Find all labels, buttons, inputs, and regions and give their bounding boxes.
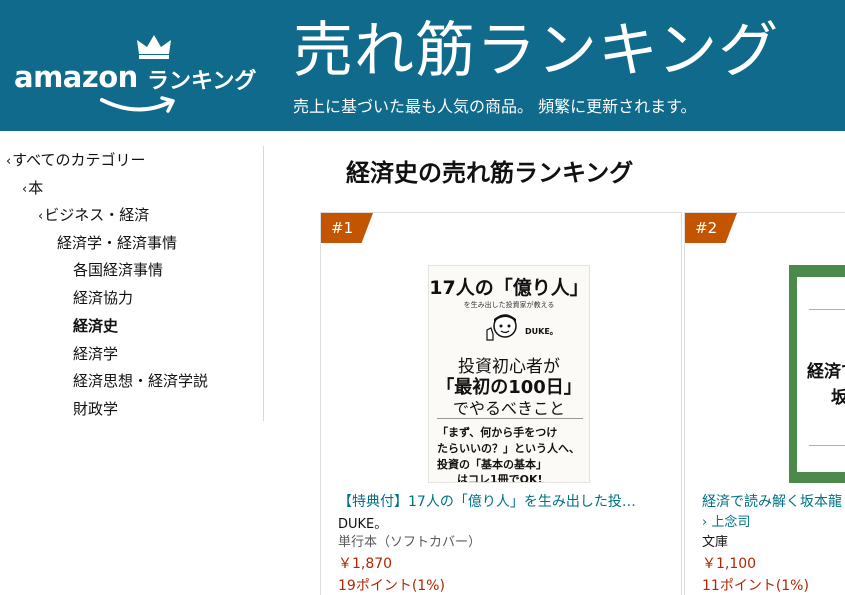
sidebar-item-economics-affairs[interactable]: 経済学・経済事情 bbox=[57, 232, 177, 253]
chevron-right-icon: › bbox=[702, 515, 708, 530]
category-sidebar: ‹すべてのカテゴリー ‹本 ‹ビジネス・経済 経済学・経済事情 各国経済事情 経… bbox=[0, 146, 264, 421]
sidebar-item-label: 各国経済事情 bbox=[73, 261, 164, 279]
product-format: 単行本（ソフトカバー） bbox=[338, 535, 482, 550]
rank-badge: #2 bbox=[685, 213, 737, 243]
sidebar-item-economics[interactable]: 経済学 bbox=[73, 343, 118, 364]
sidebar-item-economic-thought[interactable]: 経済思想・経済学説 bbox=[73, 370, 208, 391]
product-cover-image[interactable]: 経済で 坂 bbox=[789, 265, 845, 483]
cover-blurb-line: 「まず、何から手をつけ bbox=[437, 426, 558, 439]
cover-divider bbox=[809, 309, 845, 310]
sidebar-item-books[interactable]: ‹本 bbox=[22, 177, 43, 198]
sidebar-item-label: 財政学 bbox=[73, 400, 119, 418]
product-points: 11ポイント(1%) bbox=[702, 578, 809, 594]
page-title: 経済史の売れ筋ランキング bbox=[346, 159, 634, 187]
product-title-link[interactable]: 経済で読み解く坂本龍 bbox=[702, 491, 845, 511]
chevron-left-icon: ‹ bbox=[38, 209, 44, 224]
cover-blurb-line: 投資の「基本の基本」 bbox=[437, 458, 547, 471]
cover-panel: 経済で 坂 bbox=[797, 277, 845, 472]
sidebar-item-all-categories[interactable]: ‹すべてのカテゴリー bbox=[6, 149, 146, 170]
product-card: #1 17人の「億り人」 を生み出した投資家が教える DUKE。 投資初心者が … bbox=[320, 212, 682, 595]
sidebar-item-economic-history: 経済史 bbox=[73, 315, 118, 336]
product-points: 19ポイント(1%) bbox=[338, 578, 445, 594]
cover-tagline: を生み出した投資家が教える bbox=[463, 301, 555, 309]
sidebar-item-label: すべてのカテゴリー bbox=[12, 151, 146, 169]
sidebar-item-label: 経済協力 bbox=[73, 289, 134, 307]
product-author: DUKE。 bbox=[338, 517, 388, 532]
cover-title-line: でやるべきこと bbox=[452, 399, 565, 418]
product-author-link[interactable]: › 上念司 bbox=[702, 511, 750, 530]
cover-title-line: 坂 bbox=[831, 383, 845, 408]
hero-subtitle: 売上に基づいた最も人気の商品。 頻繁に更新されます。 bbox=[293, 97, 697, 116]
author-illustration-icon bbox=[486, 314, 517, 341]
product-price: ￥1,100 bbox=[702, 556, 757, 572]
rank-badge: #1 bbox=[321, 213, 373, 243]
ranking-banner: amazon ランキング 売れ筋ランキング 売上に基づいた最も人気の商品。 頻繁… bbox=[0, 0, 845, 131]
chevron-left-icon: ‹ bbox=[22, 182, 28, 197]
logo-ranking-text: ランキング bbox=[147, 69, 257, 94]
cover-divider bbox=[437, 418, 583, 419]
logo-wordmark: amazon bbox=[14, 60, 138, 94]
amazon-ranking-logo[interactable]: amazon ランキング bbox=[14, 30, 279, 125]
sidebar-item-label: 本 bbox=[28, 179, 44, 197]
product-title-link[interactable]: 【特典付】17人の「億り人」を生み出した投… bbox=[338, 491, 674, 511]
sidebar-item-business-economics[interactable]: ‹ビジネス・経済 bbox=[38, 204, 149, 225]
cover-blurb-line: たらいいの？」という人へ、 bbox=[437, 442, 580, 455]
sidebar-item-label: ビジネス・経済 bbox=[44, 206, 150, 224]
sidebar-item-national-economies[interactable]: 各国経済事情 bbox=[73, 259, 163, 280]
smile-arrow-icon bbox=[100, 96, 175, 113]
sidebar-item-public-finance[interactable]: 財政学 bbox=[73, 398, 118, 419]
sidebar-item-label: 経済史 bbox=[73, 317, 119, 335]
product-author: 上念司 bbox=[711, 515, 751, 530]
sidebar-item-label: 経済学 bbox=[73, 345, 119, 363]
cover-blurb-line: はコレ1冊でOK! bbox=[457, 473, 543, 483]
sidebar-item-economic-cooperation[interactable]: 経済協力 bbox=[73, 287, 133, 308]
hero-title: 売れ筋ランキング bbox=[293, 16, 780, 86]
cover-author: DUKE。 bbox=[525, 327, 558, 336]
product-format: 文庫 bbox=[702, 535, 729, 550]
sidebar-item-label: 経済学・経済事情 bbox=[57, 234, 178, 252]
crown-icon bbox=[137, 35, 171, 59]
product-card: #2 経済で 坂 経済で読み解く坂本龍 › 上念司 文庫 ￥1,100 11ポイ… bbox=[684, 212, 845, 595]
cover-title-line: 経済で bbox=[807, 362, 845, 382]
cover-headline: 17人の「億り人」 bbox=[429, 277, 589, 299]
chevron-left-icon: ‹ bbox=[6, 154, 12, 169]
product-cover-image[interactable]: 17人の「億り人」 を生み出した投資家が教える DUKE。 投資初心者が 「最初… bbox=[428, 265, 590, 483]
sidebar-item-label: 経済思想・経済学説 bbox=[73, 372, 209, 390]
product-price: ￥1,870 bbox=[338, 556, 393, 572]
cover-divider bbox=[809, 445, 845, 446]
